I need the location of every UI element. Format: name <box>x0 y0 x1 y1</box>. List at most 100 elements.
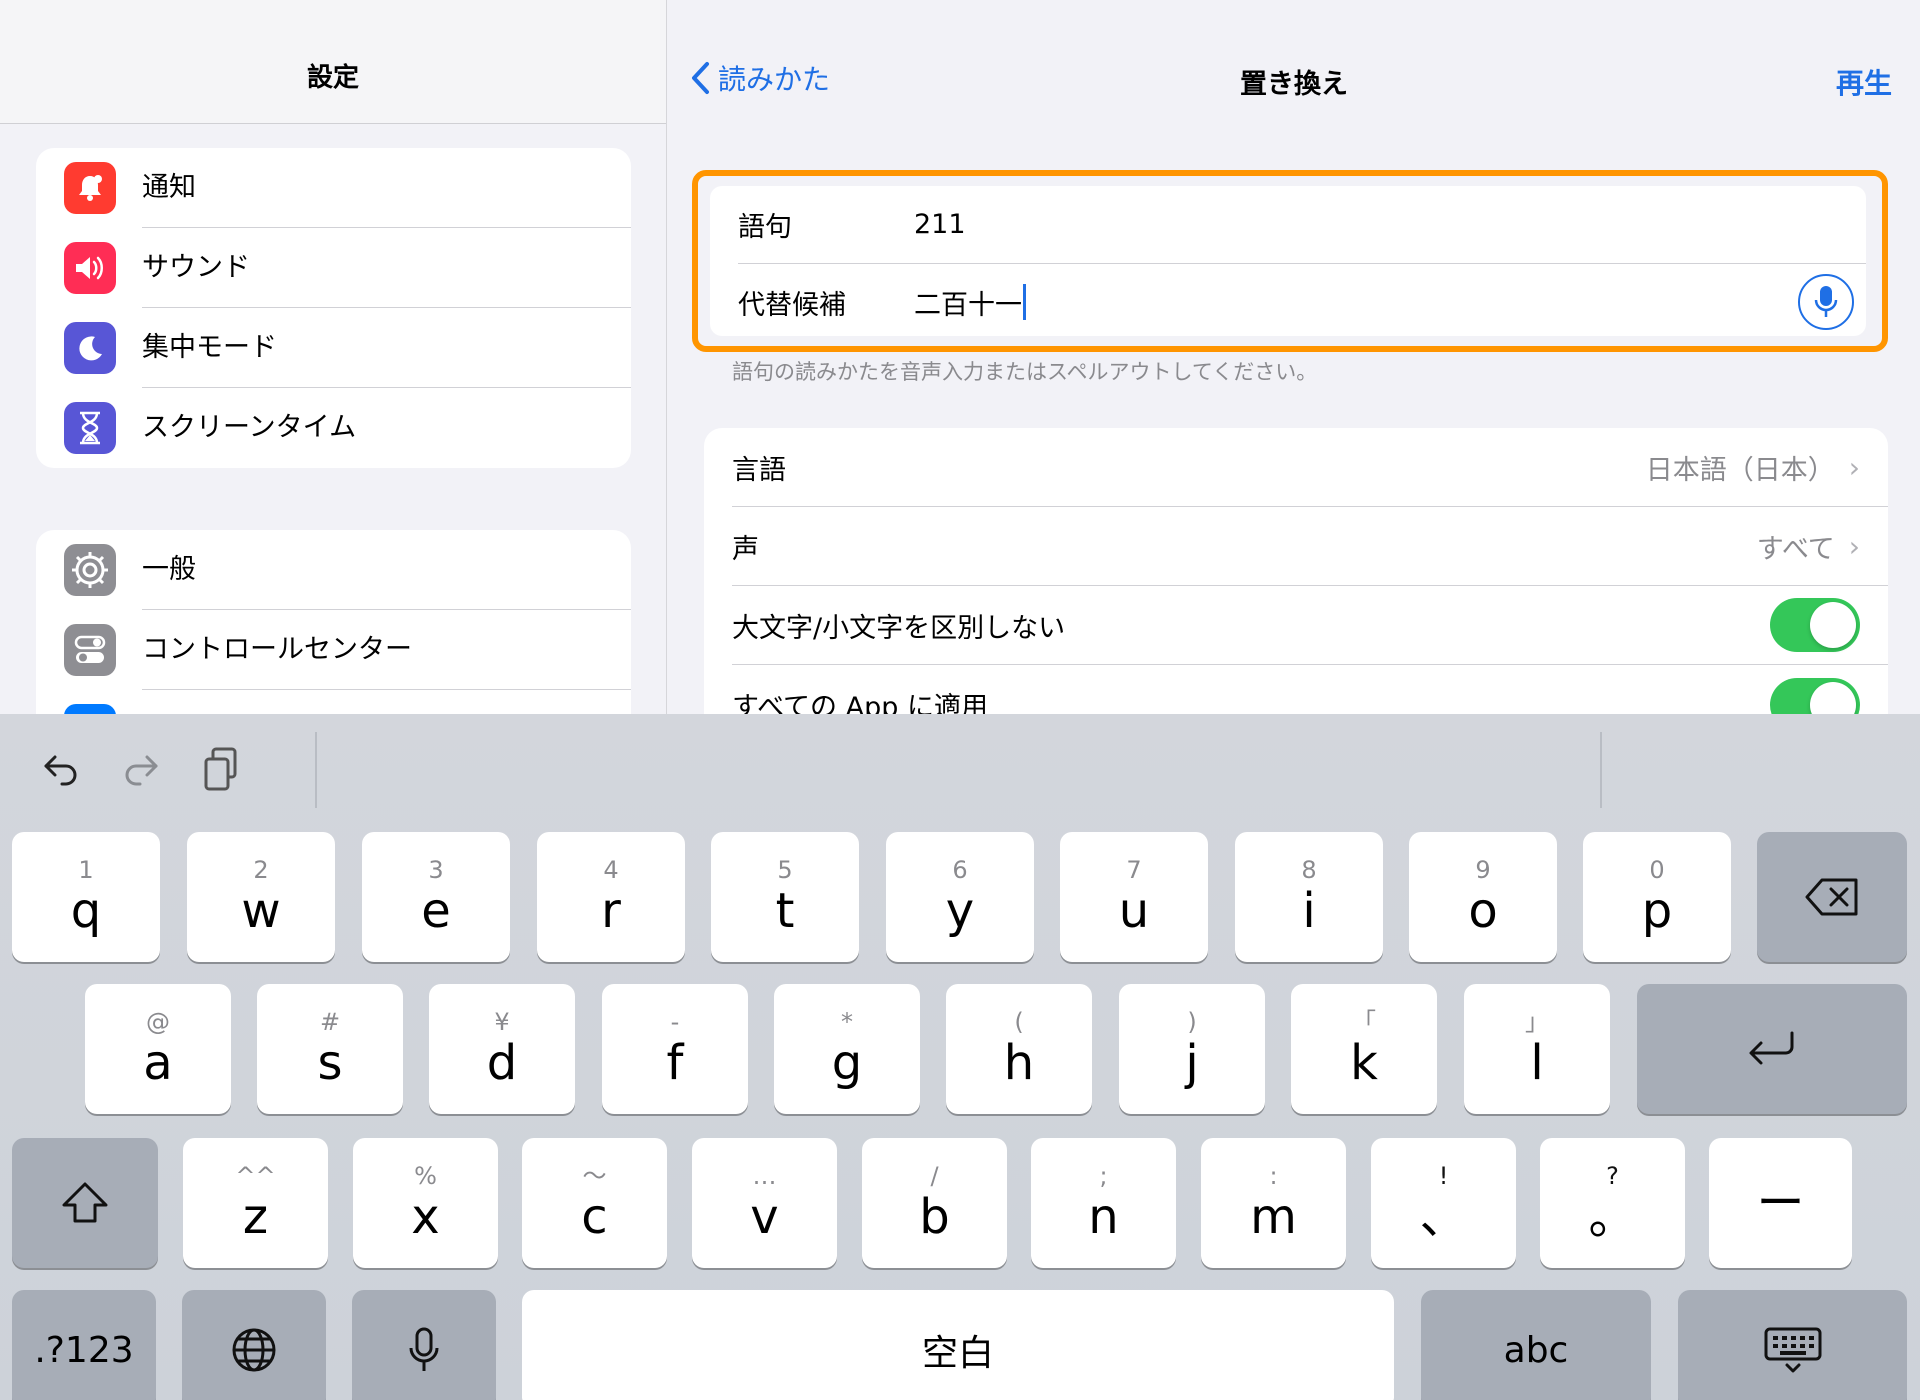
redo-button[interactable] <box>116 744 166 794</box>
numbers-key[interactable]: .?123 <box>12 1290 156 1400</box>
key-main: ー <box>1756 1175 1805 1231</box>
key-s[interactable]: # s <box>257 984 403 1114</box>
key-j[interactable]: ) j <box>1119 984 1265 1114</box>
undo-icon <box>44 755 77 786</box>
key-v[interactable]: … v <box>692 1138 837 1268</box>
key-main: i <box>1302 883 1316 939</box>
key-main: r <box>601 883 621 939</box>
key-sub: ) <box>1187 1008 1197 1036</box>
options-group: 言語 日本語（日本） › 声 すべて › 大文字/小文字を区別しない すべての … <box>704 428 1888 714</box>
voice-row[interactable]: 声 すべて › <box>732 507 1888 586</box>
chevron-right-icon: › <box>1848 529 1860 563</box>
moon-icon <box>64 322 116 374</box>
key-sub: # <box>319 1008 341 1036</box>
sidebar-item-focus[interactable]: 集中モード <box>36 308 631 388</box>
dismiss-keyboard-key[interactable] <box>1678 1290 1907 1400</box>
key-main: x <box>411 1189 440 1245</box>
key-d[interactable]: ¥ d <box>429 984 575 1114</box>
globe-key[interactable] <box>182 1290 326 1400</box>
key-c[interactable]: 〜 c <box>522 1138 667 1268</box>
key-main: y <box>945 883 975 939</box>
sidebar-item-screen-time[interactable]: スクリーンタイム <box>36 388 631 468</box>
key-label: 空白 <box>921 1333 994 1374</box>
key-sub: ; <box>1099 1162 1108 1190</box>
sidebar-title: 設定 <box>306 63 359 93</box>
key-r[interactable]: 4r <box>537 832 685 962</box>
space-key[interactable]: 空白 <box>522 1290 1394 1400</box>
key-sub: ( <box>1014 1008 1024 1036</box>
key-a[interactable]: @ a <box>85 984 231 1114</box>
key-long-vowel[interactable]: ー <box>1709 1138 1852 1268</box>
key-sub: ? <box>1606 1162 1619 1190</box>
key-sub: % <box>414 1162 437 1190</box>
key-main: q <box>70 883 102 939</box>
delete-key[interactable] <box>1757 832 1907 962</box>
key-f[interactable]: -f <box>602 984 748 1114</box>
sidebar-item-label: スクリーンタイム <box>142 412 357 443</box>
key-period[interactable]: ?。 <box>1540 1138 1685 1268</box>
key-sub: 〜 <box>582 1162 607 1190</box>
sidebar-item-control-center[interactable]: コントロールセンター <box>36 610 631 690</box>
key-i[interactable]: 8i <box>1235 832 1383 962</box>
key-main: l <box>1530 1035 1544 1091</box>
shift-key[interactable] <box>12 1138 158 1268</box>
key-main: b <box>919 1189 950 1245</box>
sidebar-item-label <box>142 690 631 714</box>
key-sub: 5 <box>777 856 793 884</box>
form-hint: 語句の読みかたを音声入力またはスペルアウトしてください。 <box>732 360 1318 384</box>
sidebar-item-notifications[interactable]: 通知 <box>36 148 631 228</box>
navigation-bar: 読みかた 置き換え 再生 <box>668 0 1920 124</box>
key-p[interactable]: 0p <box>1583 832 1731 962</box>
sidebar-item-sounds[interactable]: サウンド <box>36 228 631 308</box>
key-e[interactable]: 3e <box>362 832 510 962</box>
key-u[interactable]: 7u <box>1060 832 1208 962</box>
toolbar-divider <box>1600 732 1602 808</box>
ignore-case-toggle[interactable] <box>1770 598 1860 652</box>
paste-button[interactable] <box>196 744 246 794</box>
key-main: p <box>1641 883 1673 939</box>
key-o[interactable]: 9o <box>1409 832 1557 962</box>
key-n[interactable]: ; n <box>1031 1138 1176 1268</box>
key-h[interactable]: (h <box>946 984 1092 1114</box>
key-main: a <box>143 1035 173 1091</box>
undo-button[interactable] <box>36 744 86 794</box>
key-sub: ¥ <box>494 1008 510 1036</box>
key-sub: 」 <box>1525 1008 1549 1036</box>
sidebar-item-general[interactable]: 一般 <box>36 530 631 610</box>
key-label: .?123 <box>34 1329 134 1371</box>
key-l[interactable]: 」 l <box>1464 984 1610 1114</box>
key-x[interactable]: % x <box>353 1138 498 1268</box>
dictation-key[interactable] <box>352 1290 496 1400</box>
phrase-input[interactable]: 211 <box>914 209 1866 240</box>
key-main: s <box>317 1035 343 1091</box>
key-label: abc <box>1503 1329 1569 1371</box>
key-y[interactable]: 6y <box>886 832 1034 962</box>
abc-key[interactable]: abc <box>1421 1290 1651 1400</box>
backspace-icon <box>1805 878 1858 916</box>
return-key[interactable] <box>1637 984 1907 1114</box>
key-sub: ^^ <box>235 1162 276 1190</box>
sidebar-group-2: 一般 コントロールセンター <box>36 530 631 714</box>
key-k[interactable]: 「k <box>1291 984 1437 1114</box>
key-sub: 4 <box>603 856 619 884</box>
substitution-input[interactable]: 二百十一 <box>914 283 1798 322</box>
dictation-button[interactable] <box>1798 274 1854 330</box>
key-main: o <box>1468 883 1498 939</box>
play-button[interactable]: 再生 <box>1836 62 1892 102</box>
language-row[interactable]: 言語 日本語（日本） › <box>732 428 1888 507</box>
ignore-case-row: 大文字/小文字を区別しない <box>732 586 1888 665</box>
key-z[interactable]: ^^ z <box>183 1138 328 1268</box>
key-q[interactable]: 1q <box>12 832 160 962</box>
key-main: k <box>1350 1035 1378 1091</box>
key-main: v <box>750 1189 779 1245</box>
key-b[interactable]: / b <box>862 1138 1007 1268</box>
sidebar-item-display[interactable] <box>36 690 631 714</box>
key-sub: 8 <box>1301 856 1317 884</box>
apply-all-apps-toggle[interactable] <box>1770 677 1860 714</box>
key-g[interactable]: * g <box>774 984 920 1114</box>
key-m[interactable]: :m <box>1201 1138 1346 1268</box>
key-w[interactable]: 2w <box>187 832 335 962</box>
key-t[interactable]: 5t <box>711 832 859 962</box>
key-comma[interactable]: !、 <box>1371 1138 1516 1268</box>
key-sub: … <box>752 1162 777 1190</box>
